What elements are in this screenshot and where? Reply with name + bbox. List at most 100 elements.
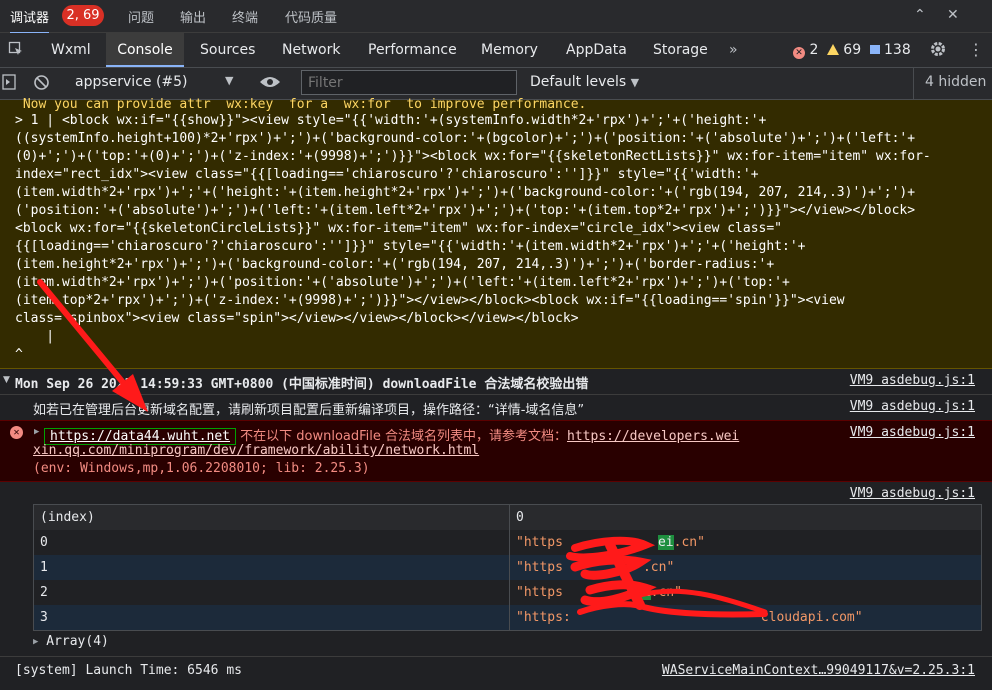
system-log-line: [system] Launch Time: 6546 ms WAServiceM… xyxy=(0,656,992,690)
table-cell-index: 1 xyxy=(40,560,48,575)
tab-wxml[interactable]: Wxml xyxy=(51,33,91,67)
table-header-cell[interactable]: (index) xyxy=(40,505,95,530)
value-suffix: .cn" xyxy=(650,585,682,600)
hidden-count: 4 hidden xyxy=(925,74,987,90)
warning-line: (item.width*2+'rpx')+';'+('height:'+(ite… xyxy=(15,185,916,200)
table-cell-value: "https ei.cn" xyxy=(516,530,705,555)
tab-appdata[interactable]: AppData xyxy=(566,33,627,67)
expand-triangle-icon[interactable]: ▶ xyxy=(34,427,39,437)
array-expander[interactable]: ▶ Array(4) xyxy=(33,634,109,649)
source-link[interactable]: VM9 asdebug.js:1 xyxy=(850,425,975,440)
log-levels-select[interactable]: Default levels ▼ xyxy=(530,74,639,90)
divider xyxy=(913,68,914,99)
table-cell-value: "https: cloudapi.com" xyxy=(516,605,863,630)
value-prefix: "https xyxy=(516,560,563,575)
issue-counters[interactable]: ✕ 2 69 138 xyxy=(793,33,911,67)
inspect-element-icon[interactable] xyxy=(4,33,28,67)
devtools-tabbar: Wxml Console Sources Network Performance… xyxy=(0,33,992,68)
table-row: 0 "https ei.cn" xyxy=(34,530,981,555)
table-cell-index: 2 xyxy=(40,585,48,600)
value-suffix: .cn" xyxy=(673,535,705,550)
log-line: 如若已在管理后台更新域名配置，请刷新项目配置后重新编译项目，操作路径：“详情-域… xyxy=(0,395,992,420)
value-prefix: "https xyxy=(516,535,563,550)
warning-line: <block wx:for="{{skeletonCircleLists}}" … xyxy=(15,221,783,236)
warning-line: ('position:'+('absolute')+';')+('left:'+… xyxy=(15,203,916,218)
expand-triangle-icon: ▶ xyxy=(33,637,39,647)
warning-line: (item.width*2+'rpx')+';')+('position:'+(… xyxy=(15,275,790,290)
column-divider xyxy=(509,505,510,630)
chevron-down-icon[interactable]: ▼ xyxy=(225,74,233,87)
issue-count-badge: 2, 69 xyxy=(62,5,104,26)
value-suffix: .cn" xyxy=(642,560,675,575)
group-title: Mon Sep 26 2022 14:59:33 GMT+0800 (中国标准时… xyxy=(15,377,589,392)
launch-time-text: [system] Launch Time: 6546 ms xyxy=(15,663,242,678)
context-select[interactable]: appservice (#5) xyxy=(75,74,188,90)
source-link[interactable]: VM9 asdebug.js:1 xyxy=(850,486,975,501)
tab-memory[interactable]: Memory xyxy=(481,33,538,67)
error-first-line: https://data44.wuht.net 不在以下 downloadFil… xyxy=(44,425,739,445)
warning-line: class="spinbox"><view class="spin"></vie… xyxy=(15,311,579,326)
warning-line: index="rect_idx"><view class="{{[loading… xyxy=(15,167,759,182)
kebab-menu-icon[interactable]: ⋮ xyxy=(968,33,984,67)
warning-line: {{[loading=='chiaroscuro'?'chiaroscuro':… xyxy=(15,239,806,254)
problems-tab[interactable]: 问题 xyxy=(128,7,154,26)
output-tab[interactable]: 输出 xyxy=(180,7,206,26)
warning-line: (item.height*2+'rpx')+';')+('background-… xyxy=(15,257,775,272)
table-row: 3 "https: cloudapi.com" xyxy=(34,605,981,630)
terminal-tab[interactable]: 终端 xyxy=(232,7,258,26)
error-icon: ✕ xyxy=(793,47,805,59)
close-icon[interactable]: ✕ xyxy=(947,7,959,23)
info-text: 如若已在管理后台更新域名配置，请刷新项目配置后重新编译项目，操作路径：“详情-域… xyxy=(33,403,585,418)
doc-link[interactable]: https://developers.wei xyxy=(567,429,739,444)
error-text: 不在以下 downloadFile 合法域名列表中，请参考文档： xyxy=(236,429,568,444)
warning-icon xyxy=(826,44,839,55)
table-header-row: (index) 0 xyxy=(34,505,981,531)
console-table: (index) 0 0 "https ei.cn" 1 "https .cn" 2 … xyxy=(33,504,982,631)
table-cell-index: 3 xyxy=(40,610,48,625)
env-info: (env: Windows,mp,1.06.2208010; lib: 2.25… xyxy=(33,461,370,476)
console-toolbar: appservice (#5) ▼ Default levels ▼ 4 hid… xyxy=(0,68,992,100)
error-second-line: xin.qq.com/miniprogram/dev/framework/abi… xyxy=(33,443,479,458)
source-link[interactable]: VM9 asdebug.js:1 xyxy=(850,373,975,388)
source-link[interactable]: VM9 asdebug.js:1 xyxy=(850,399,975,414)
value-prefix: "https: xyxy=(516,610,571,625)
eye-icon[interactable] xyxy=(259,75,281,93)
table-cell-value: "https .cn" xyxy=(516,555,674,580)
array-label: Array(4) xyxy=(46,634,109,649)
log-group-header[interactable]: ▼ Mon Sep 26 2022 14:59:33 GMT+0800 (中国标… xyxy=(0,369,992,395)
debugger-tab[interactable]: 调试器 xyxy=(10,7,50,34)
table-header-cell[interactable]: 0 xyxy=(516,505,524,530)
more-tabs-icon[interactable]: » xyxy=(729,33,738,67)
warning-line: ^ xyxy=(15,347,23,362)
clear-console-icon[interactable] xyxy=(33,74,50,95)
warning-line: ((systemInfo.height+100)*2+'rpx')+';')+(… xyxy=(15,131,916,146)
tab-performance[interactable]: Performance xyxy=(368,33,457,67)
tab-sources[interactable]: Sources xyxy=(200,33,255,67)
debugger-topbar: 调试器 2, 69 问题 输出 终端 代码质量 ⌃ ✕ xyxy=(0,0,992,34)
warning-count: 69 xyxy=(843,42,862,58)
table-row: 1 "https .cn" xyxy=(34,555,981,580)
tab-network[interactable]: Network xyxy=(282,33,340,67)
sidebar-toggle-icon[interactable] xyxy=(2,74,16,94)
code-quality-tab[interactable]: 代码质量 xyxy=(285,7,337,26)
highlighted-text: ei xyxy=(634,585,651,600)
chevron-up-icon[interactable]: ⌃ xyxy=(914,7,926,23)
tab-console[interactable]: Console xyxy=(106,33,184,67)
info-icon xyxy=(869,45,880,54)
log-levels-label: Default levels xyxy=(530,74,627,90)
source-link[interactable]: WAServiceMainContext…99049117&v=2.25.3:1 xyxy=(662,663,975,678)
chevron-down-icon: ▼ xyxy=(630,76,640,89)
value-prefix: "https xyxy=(516,585,563,600)
gear-icon[interactable] xyxy=(929,33,947,67)
tab-storage[interactable]: Storage xyxy=(653,33,708,67)
table-cell-value: "https ei.cn" xyxy=(516,580,682,605)
expand-triangle-icon[interactable]: ▼ xyxy=(3,375,10,385)
warning-message: Now you can provide attr wx:key for a wx… xyxy=(0,97,992,369)
warning-line: Now you can provide attr wx:key for a wx… xyxy=(15,97,587,112)
doc-link-continued[interactable]: xin.qq.com/miniprogram/dev/framework/abi… xyxy=(33,443,479,458)
filter-input[interactable] xyxy=(301,70,517,95)
warning-line: (item.top*2+'rpx')+';')+('z-index:'+(999… xyxy=(15,293,845,308)
table-row: 2 "https ei.cn" xyxy=(34,580,981,605)
warning-line: | xyxy=(15,329,55,344)
warning-line: (0)+';')+('top:'+(0)+';')+('z-index:'+(9… xyxy=(15,149,931,164)
